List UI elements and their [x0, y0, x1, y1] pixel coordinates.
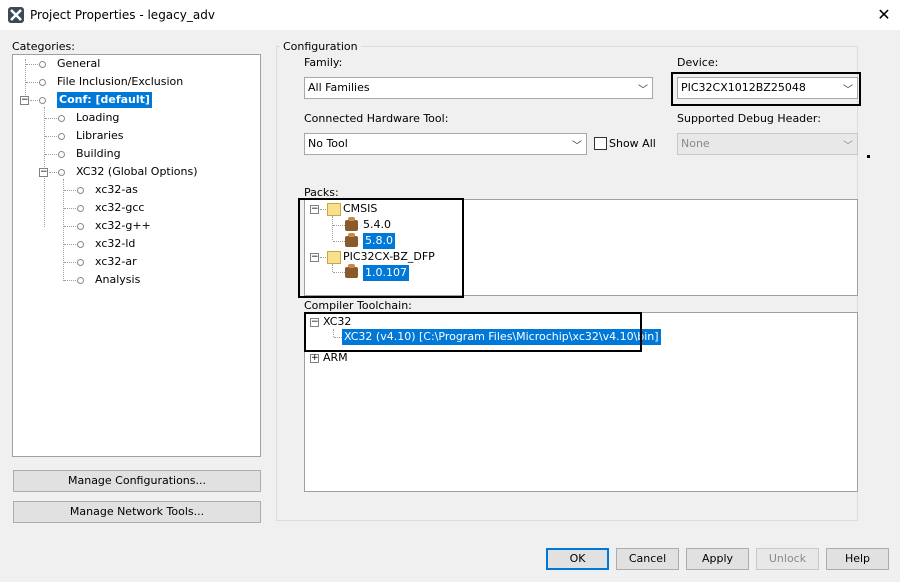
chevron-down-icon: ﹀: [843, 85, 853, 96]
collapse-icon[interactable]: −: [20, 96, 29, 105]
tree-item-conf-default[interactable]: Conf: [default]: [57, 92, 152, 108]
chevron-down-icon: ﹀: [572, 141, 582, 152]
toolchain-highlight: [304, 312, 642, 352]
tree-item-xc32-global[interactable]: XC32 (Global Options): [76, 164, 198, 180]
family-select[interactable]: All Families ﹀: [304, 77, 653, 99]
tree-item-general[interactable]: General: [57, 56, 100, 72]
categories-tree: General File Inclusion/Exclusion − Conf:…: [12, 54, 261, 457]
show-all-checkbox[interactable]: [594, 137, 607, 150]
tree-item-xc32-as[interactable]: xc32-as: [95, 182, 138, 198]
collapse-icon[interactable]: −: [39, 168, 48, 177]
show-all-label: Show All: [609, 137, 656, 150]
toolchain-label: Compiler Toolchain:: [304, 299, 412, 312]
device-label: Device:: [677, 56, 719, 69]
close-icon[interactable]: ✕: [872, 4, 896, 26]
tree-item-xc32-gpp[interactable]: xc32-g++: [95, 218, 151, 234]
packs-highlight: [298, 198, 464, 298]
cancel-button[interactable]: Cancel: [616, 548, 679, 570]
tree-item-loading[interactable]: Loading: [76, 110, 119, 126]
tree-item-xc32-ar[interactable]: xc32-ar: [95, 254, 137, 270]
hardware-tool-select[interactable]: No Tool ﹀: [304, 133, 587, 155]
chevron-down-icon: ﹀: [843, 141, 853, 152]
debug-header-select: None ﹀: [677, 133, 858, 155]
unlock-button: Unlock: [756, 548, 819, 570]
device-select[interactable]: PIC32CX1012BZ25048 ﹀: [677, 77, 858, 99]
configuration-label: Configuration: [280, 40, 361, 53]
dot-marker: [867, 155, 870, 158]
chevron-down-icon: ﹀: [638, 85, 648, 96]
hardware-tool-label: Connected Hardware Tool:: [304, 112, 449, 125]
tree-item-xc32-gcc[interactable]: xc32-gcc: [95, 200, 144, 216]
tree-item-building[interactable]: Building: [76, 146, 121, 162]
apply-button[interactable]: Apply: [686, 548, 749, 570]
expand-icon[interactable]: +: [310, 354, 319, 363]
toolchain-arm[interactable]: ARM: [323, 350, 348, 366]
app-logo-icon: [8, 7, 24, 23]
window-title: Project Properties - legacy_adv: [30, 8, 215, 22]
tree-item-analysis[interactable]: Analysis: [95, 272, 140, 288]
manage-configurations-button[interactable]: Manage Configurations...: [13, 470, 261, 492]
tree-item-libraries[interactable]: Libraries: [76, 128, 124, 144]
family-label: Family:: [304, 56, 343, 69]
help-button[interactable]: Help: [826, 548, 889, 570]
tree-item-xc32-ld[interactable]: xc32-ld: [95, 236, 135, 252]
ok-button[interactable]: OK: [546, 548, 609, 570]
manage-network-tools-button[interactable]: Manage Network Tools...: [13, 501, 261, 523]
categories-label: Categories:: [12, 40, 75, 53]
tree-item-file-inclusion[interactable]: File Inclusion/Exclusion: [57, 74, 183, 90]
debug-header-label: Supported Debug Header:: [677, 112, 821, 125]
